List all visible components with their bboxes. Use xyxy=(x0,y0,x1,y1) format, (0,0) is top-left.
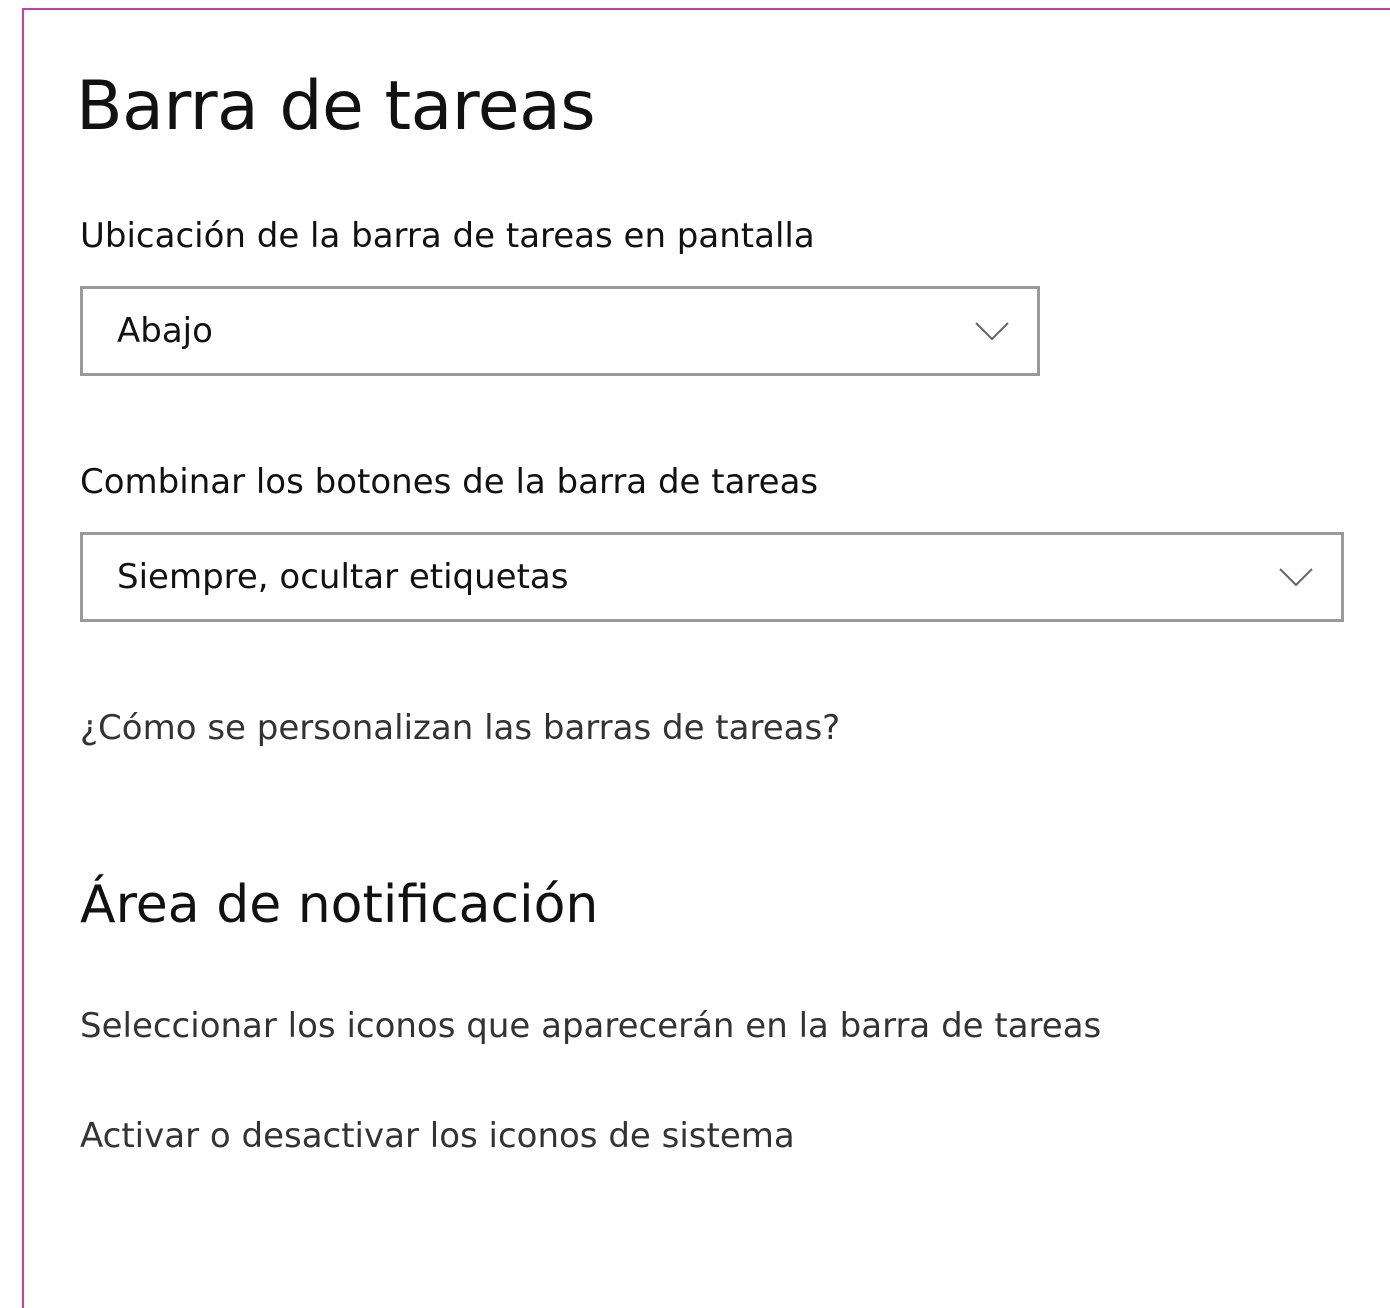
window-frame xyxy=(22,8,1390,1308)
taskbar-location-value: Abajo xyxy=(117,311,213,351)
chevron-down-icon xyxy=(975,322,1009,341)
taskbar-location-dropdown[interactable]: Abajo xyxy=(80,286,1040,376)
combine-buttons-value: Siempre, ocultar etiquetas xyxy=(117,557,569,597)
notification-area-title: Área de notificación xyxy=(80,875,599,935)
customize-taskbar-help-link[interactable]: ¿Cómo se personalizan las barras de tare… xyxy=(80,708,840,749)
system-icons-toggle-link[interactable]: Activar o desactivar los iconos de siste… xyxy=(80,1116,795,1157)
page-title: Barra de tareas xyxy=(76,67,596,146)
combine-buttons-dropdown[interactable]: Siempre, ocultar etiquetas xyxy=(80,532,1344,622)
combine-buttons-label: Combinar los botones de la barra de tare… xyxy=(80,462,819,502)
select-taskbar-icons-link[interactable]: Seleccionar los iconos que aparecerán en… xyxy=(80,1006,1101,1047)
taskbar-location-label: Ubicación de la barra de tareas en panta… xyxy=(80,216,815,256)
chevron-down-icon xyxy=(1279,568,1313,587)
